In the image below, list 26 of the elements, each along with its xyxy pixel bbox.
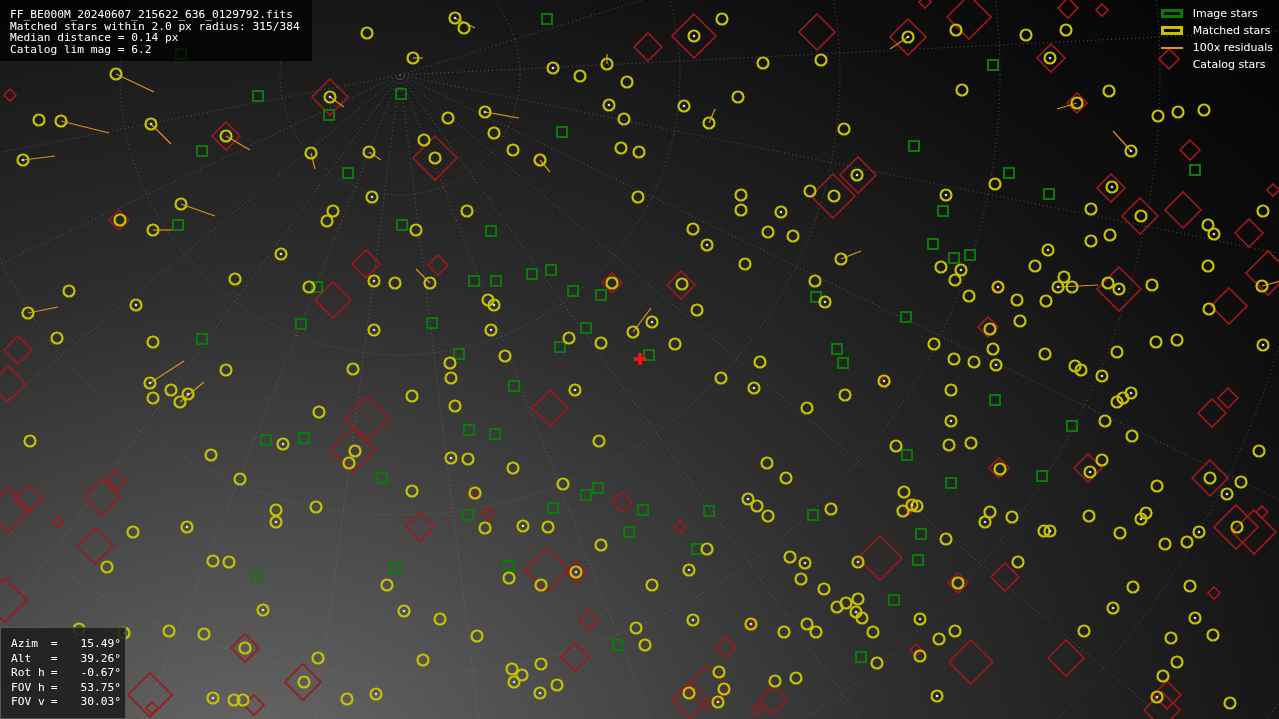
pointing-label: FOV h	[11, 680, 45, 695]
pointing-label: Alt	[11, 651, 33, 666]
info-text: Catalog lim mag = 6.2	[10, 43, 153, 55]
equals-sign: =	[50, 637, 58, 651]
residual-line-icon	[1160, 46, 1183, 49]
legend-label: Catalog stars	[1192, 57, 1267, 72]
equals-sign: =	[50, 651, 58, 666]
legend-label: Image stars	[1192, 6, 1259, 21]
equals-sign: =	[50, 666, 58, 680]
pointing-value: -0.67°	[79, 666, 121, 680]
equals-sign: =	[50, 695, 58, 709]
circle-marker-swatch-icon	[1160, 26, 1183, 35]
legend-label: 100x residuals	[1192, 40, 1273, 55]
equals-sign: =	[50, 680, 58, 695]
pointing-label: Rot h	[11, 666, 45, 680]
info-text: Matched stars within 2.0 px radius: 315/384	[10, 20, 300, 32]
legend-label: Matched stars	[1192, 23, 1272, 38]
pointing-value: 30.03°	[79, 695, 121, 709]
pointing-value: 15.49°	[79, 637, 121, 651]
pointing-label: Azim	[11, 637, 39, 651]
square-marker-swatch-icon	[1160, 9, 1183, 18]
pointing-label: FOV v	[11, 695, 45, 709]
info-text: Median distance = 0.14 px	[10, 32, 179, 44]
pointing-value: 39.26°	[79, 651, 121, 666]
pointing-value: 53.75°	[79, 680, 121, 695]
info-text: FF_BE000M_20240607_215622_636_0129792.fits	[10, 9, 294, 21]
